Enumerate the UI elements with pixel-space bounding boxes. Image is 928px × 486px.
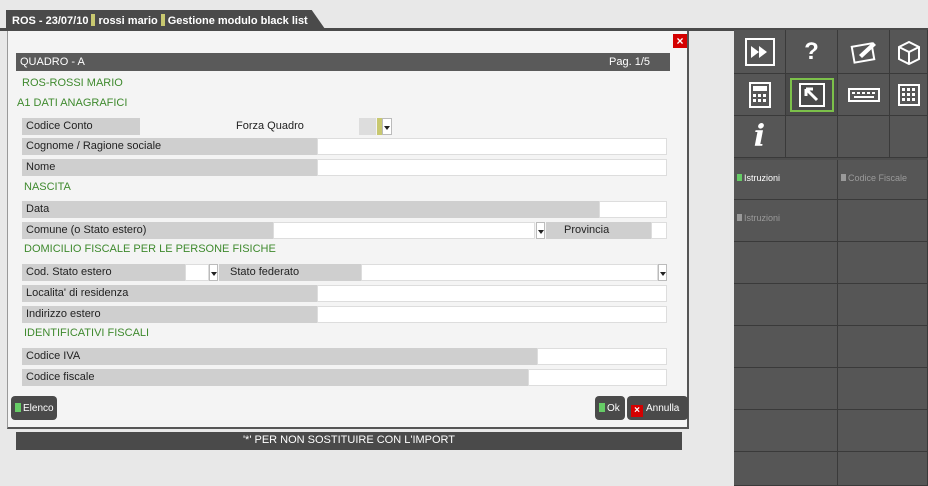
ok-marker [599,403,605,412]
codice-fiscale-label: Codice fiscale [26,371,95,383]
company-label: ROS-ROSSI MARIO [22,77,123,89]
cod-stato-dropdown[interactable] [209,264,218,281]
user-name: rossi mario [98,15,158,27]
section-a1: A1 DATI ANAGRAFICI [17,97,128,109]
quadro-label: QUADRO - A [20,56,85,68]
quadro-bar: QUADRO - A Pag. 1/5 [16,53,670,71]
empty-tile [838,116,890,158]
comune-label: Comune (o Stato estero) [26,224,147,236]
localita-label: Localita' di residenza [26,287,129,299]
empty-tile [838,452,928,486]
codice-iva-label: Codice IVA [26,350,81,362]
stato-federato-label: Stato federato [230,266,300,278]
right-panel: ? i Istruzioni Codice Fiscale Istruzioni [734,30,928,486]
empty-tile [838,410,928,452]
close-icon[interactable]: × [673,34,687,48]
provincia-field[interactable] [651,222,667,239]
elenco-label: Elenco [23,403,54,414]
ok-label: Ok [607,403,620,414]
annulla-icon: × [631,405,643,417]
codice-fiscale-text: Codice Fiscale [841,173,907,183]
comune-field[interactable] [273,222,535,239]
forza-quadro-dropdown[interactable] [382,118,392,135]
forza-quadro-field[interactable] [359,118,376,135]
elenco-button[interactable]: Elenco [11,396,57,420]
stato-federato-dropdown[interactable] [658,264,667,281]
codice-fiscale-button[interactable]: Codice Fiscale [838,160,928,200]
calculator-icon[interactable] [734,74,786,116]
section-domicilio: DOMICILIO FISCALE PER LE PERSONE FISICHE [24,243,276,255]
indirizzo-field[interactable] [317,306,667,323]
forza-quadro-label: Forza Quadro [236,120,304,132]
section-nascita: NASCITA [24,181,71,193]
istruzioni-button-2[interactable]: Istruzioni [734,200,838,242]
localita-field[interactable] [317,285,667,302]
info-icon[interactable]: i [734,116,786,158]
cod-stato-label: Cod. Stato estero [26,266,112,278]
annulla-button[interactable]: × Annulla [627,396,688,420]
codice-fiscale-panel-label: Codice Fiscale [848,173,908,183]
empty-tile [890,116,928,158]
empty-tile [838,242,928,284]
empty-tile [786,116,838,158]
title-separator [161,14,165,26]
ok-button[interactable]: Ok [595,396,625,420]
istruzioni-button[interactable]: Istruzioni [734,160,838,200]
istruzioni2-text: Istruzioni [737,213,780,223]
title-separator [91,14,95,26]
page-indicator: Pag. 1/5 [609,56,650,68]
codice-iva-field[interactable] [537,348,667,365]
empty-tile [734,326,838,368]
codice-fiscale-field[interactable] [528,369,667,386]
dialog: × QUADRO - A Pag. 1/5 ROS-ROSSI MARIO A1… [7,31,689,429]
empty-tile [734,284,838,326]
comune-dropdown[interactable] [536,222,545,239]
data-bg [22,201,600,218]
select-icon[interactable] [786,74,838,116]
cod-stato-field[interactable] [185,264,209,281]
codice-conto-label: Codice Conto [26,120,93,132]
istruzioni-label: Istruzioni [744,173,781,183]
codice-fiscale-bg [22,369,530,386]
empty-tile [838,326,928,368]
ros-date: ROS - 23/07/10 [12,15,89,27]
empty-tile [734,368,838,410]
annulla-label: Annulla [646,403,680,414]
nome-bg [22,159,320,176]
empty-tile [734,452,838,486]
data-field[interactable] [599,201,667,218]
data-label: Data [26,203,50,215]
empty-tile [838,284,928,326]
keyboard-icon[interactable] [838,74,890,116]
help-icon[interactable]: ? [786,30,838,74]
elenco-marker [15,403,21,412]
indirizzo-label: Indirizzo estero [26,308,101,320]
package-icon[interactable] [890,30,928,74]
empty-tile [838,368,928,410]
grid-icon[interactable] [890,74,928,116]
empty-tile [734,410,838,452]
section-identificativi: IDENTIFICATIVI FISCALI [24,327,150,339]
cognome-label: Cognome / Ragione sociale [26,140,162,152]
window-title-tab: ROS - 23/07/10 rossi mario Gestione modulo… [6,10,326,30]
empty-tile [734,242,838,284]
istruzioni-marker [737,174,742,181]
stato-federato-field[interactable] [361,264,658,281]
empty-tile [838,200,928,242]
edit-icon[interactable] [838,30,890,74]
codice-iva-bg [22,348,540,365]
fast-forward-icon[interactable] [734,30,786,74]
nome-field[interactable] [317,159,667,176]
codice-fiscale-marker [841,174,846,181]
cognome-field[interactable] [317,138,667,155]
istruzioni2-label: Istruzioni [744,213,781,223]
nome-label: Nome [26,161,56,173]
istruzioni-text: Istruzioni [737,173,780,183]
window-title: Gestione modulo black list [167,15,308,27]
footer-bar: '*' PER NON SOSTITUIRE CON L'IMPORT [16,432,682,450]
provincia-label: Provincia [564,224,610,236]
istruzioni2-marker [737,214,742,221]
